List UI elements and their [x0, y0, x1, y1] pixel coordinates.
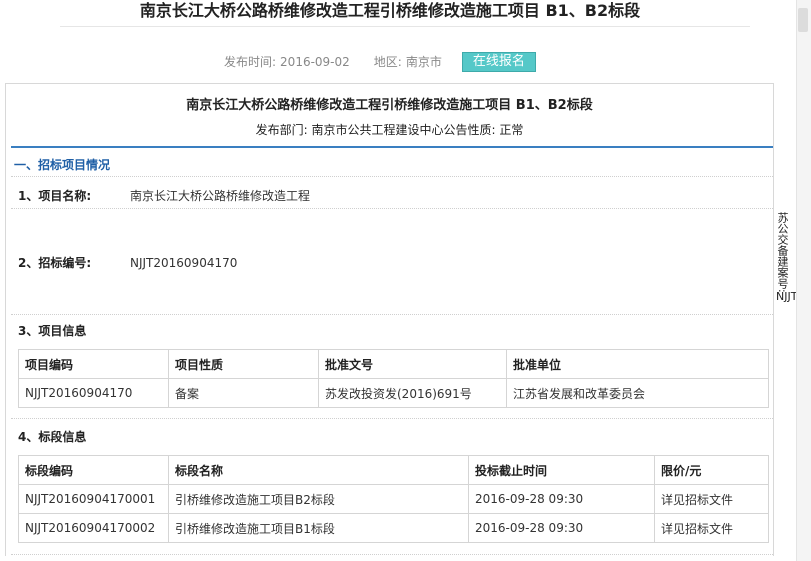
divider [11, 176, 773, 177]
side-record-text: 苏公交备建案号: [776, 212, 789, 293]
column-header: 批准文号 [318, 349, 507, 379]
publish-time-label: 发布时间: [224, 55, 277, 69]
divider [11, 208, 773, 209]
column-header: 限价/元 [654, 455, 769, 485]
scrollbar-thumb[interactable] [798, 8, 808, 32]
tender-no-value: NJJT20160904170 [130, 256, 238, 270]
project-info-heading: 3、项目信息 [18, 324, 87, 338]
notice-title: 南京长江大桥公路桥维修改造工程引桥维修改造施工项目 B1、B2标段 [186, 98, 593, 113]
title-divider [60, 26, 750, 27]
project-info-table: 项目编码 项目性质 批准文号 批准单位 NJJT20160904170 备案 苏… [18, 349, 769, 408]
meta-row: 发布时间: 2016-09-02 地区: 南京市 在线报名 [224, 52, 536, 72]
table-row: NJJT20160904170002 引桥维修改造施工项目B1标段 2016-0… [18, 513, 769, 543]
region-value: 南京市 [405, 55, 442, 69]
project-name-value: 南京长江大桥公路桥维修改造工程 [130, 189, 311, 203]
section-info-table: 标段编码 标段名称 投标截止时间 限价/元 NJJT20160904170001… [18, 455, 769, 543]
project-name-label: 1、项目名称: [18, 189, 92, 203]
table-cell: 详见招标文件 [654, 513, 769, 543]
divider [11, 554, 773, 555]
tender-no-label: 2、招标编号: [18, 256, 92, 270]
project-name-field: 1、项目名称: 南京长江大桥公路桥维修改造工程 [18, 187, 310, 204]
table-cell: 江苏省发展和改革委员会 [506, 378, 769, 408]
table-header-row: 标段编码 标段名称 投标截止时间 限价/元 [18, 455, 769, 485]
table-cell: 引桥维修改造施工项目B1标段 [168, 513, 469, 543]
column-header: 投标截止时间 [468, 455, 655, 485]
page-title: 南京长江大桥公路桥维修改造工程引桥维修改造施工项目 B1、B2标段 [139, 1, 641, 20]
table-cell: NJJT20160904170001 [18, 484, 169, 514]
column-header: 标段名称 [168, 455, 469, 485]
table-cell: NJJT20160904170 [18, 378, 169, 408]
blue-divider [11, 146, 773, 148]
table-cell: 苏发改投资发(2016)691号 [318, 378, 507, 408]
table-cell: 2016-09-28 09:30 [468, 484, 655, 514]
publish-dept-line: 发布部门: 南京市公共工程建设中心公告性质: 正常 [255, 123, 524, 137]
scrollbar-track[interactable] [796, 0, 811, 561]
region-label: 地区: [373, 55, 402, 69]
table-header-row: 项目编码 项目性质 批准文号 批准单位 [18, 349, 769, 379]
column-header: 项目性质 [168, 349, 319, 379]
table-cell: 2016-09-28 09:30 [468, 513, 655, 543]
notice-panel: 南京长江大桥公路桥维修改造工程引桥维修改造施工项目 B1、B2标段 发布部门: … [5, 83, 774, 556]
publish-time-value: 2016-09-02 [280, 55, 350, 69]
column-header: 标段编码 [18, 455, 169, 485]
table-cell: NJJT20160904170002 [18, 513, 169, 543]
table-cell: 引桥维修改造施工项目B2标段 [168, 484, 469, 514]
table-row: NJJT20160904170 备案 苏发改投资发(2016)691号 江苏省发… [18, 378, 769, 408]
column-header: 项目编码 [18, 349, 169, 379]
divider [11, 314, 773, 315]
table-row: NJJT20160904170001 引桥维修改造施工项目B2标段 2016-0… [18, 484, 769, 514]
divider [11, 418, 773, 419]
tender-no-field: 2、招标编号: NJJT20160904170 [18, 254, 237, 271]
table-cell: 备案 [168, 378, 319, 408]
table-cell: 详见招标文件 [654, 484, 769, 514]
column-header: 批准单位 [506, 349, 769, 379]
section-heading: 一、招标项目情况 [14, 158, 111, 172]
section-info-heading: 4、标段信息 [18, 430, 87, 444]
online-signup-button[interactable]: 在线报名 [461, 52, 536, 72]
